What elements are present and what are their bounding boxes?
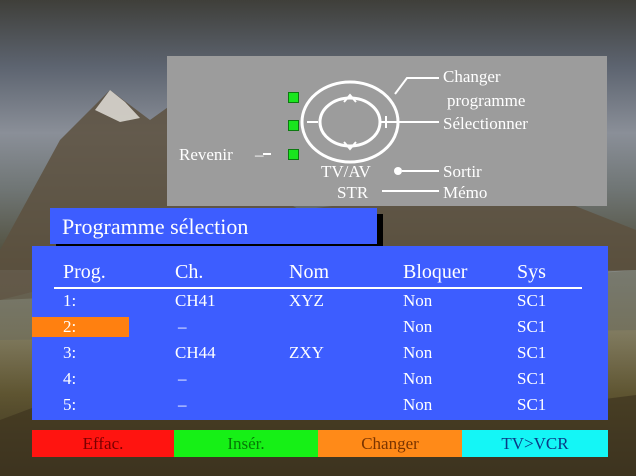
table-row[interactable]: 5: – Non SC1: [32, 394, 608, 420]
led-indicator-icon: [288, 149, 299, 160]
row-ch: –: [178, 369, 187, 388]
row-bloquer: Non: [403, 317, 433, 336]
row-ch: –: [178, 317, 187, 336]
row-sys: SC1: [517, 291, 547, 310]
column-header-sys: Sys: [517, 261, 546, 283]
revenir-dash: –: [255, 145, 264, 164]
revenir-label: Revenir: [179, 145, 233, 164]
table-row-selected[interactable]: 2: – Non SC1: [32, 316, 608, 342]
effac-button[interactable]: Effac.: [32, 430, 174, 457]
row-prog: 4:: [63, 369, 77, 388]
row-nom: XYZ: [289, 291, 324, 310]
row-prog: 1:: [63, 291, 77, 310]
menu-title-tab: Programme sélection: [50, 208, 377, 244]
remote-diagram: [263, 77, 439, 192]
row-sys: SC1: [517, 343, 547, 362]
table-row[interactable]: 1: CH41 XYZ Non SC1: [32, 290, 608, 316]
row-ch: CH44: [175, 343, 216, 362]
column-header-prog: Prog.: [63, 261, 106, 283]
sortir-label: Sortir: [443, 162, 482, 181]
selectionner-label: Sélectionner: [443, 114, 528, 133]
tv-av-label: TV/AV: [321, 162, 371, 181]
row-prog: 2:: [63, 317, 77, 336]
row-sys: SC1: [517, 317, 547, 336]
tv-vcr-button[interactable]: TV>VCR: [462, 430, 608, 457]
row-nom: ZXY: [289, 343, 324, 362]
row-bloquer: Non: [403, 291, 433, 310]
programme-list-panel: Prog. Ch. Nom Bloquer Sys 1: CH41 XYZ No…: [32, 246, 608, 420]
memo-label: Mémo: [443, 183, 488, 202]
changer-button[interactable]: Changer: [318, 430, 462, 457]
column-header-nom: Nom: [289, 261, 329, 283]
column-header-bloquer: Bloquer: [403, 261, 468, 283]
row-ch: –: [178, 395, 187, 414]
remote-help-panel: Changer programme Sélectionner Revenir –…: [167, 56, 607, 206]
row-prog: 5:: [63, 395, 77, 414]
page-title: Programme sélection: [62, 214, 249, 239]
column-header-ch: Ch.: [175, 261, 204, 283]
row-bloquer: Non: [403, 343, 433, 362]
row-ch: CH41: [175, 291, 216, 310]
table-row[interactable]: 3: CH44 ZXY Non SC1: [32, 342, 608, 368]
header-divider: [54, 287, 582, 289]
row-bloquer: Non: [403, 395, 433, 414]
table-row[interactable]: 4: – Non SC1: [32, 368, 608, 394]
led-indicator-icon: [288, 120, 299, 131]
row-sys: SC1: [517, 395, 547, 414]
row-bloquer: Non: [403, 369, 433, 388]
row-prog: 3:: [63, 343, 77, 362]
row-sys: SC1: [517, 369, 547, 388]
led-indicator-icon: [288, 92, 299, 103]
changer-programme-label-line2: programme: [447, 91, 526, 110]
str-label: STR: [337, 183, 369, 202]
changer-programme-label-line1: Changer: [443, 67, 501, 86]
inser-button[interactable]: Insér.: [174, 430, 318, 457]
selection-highlight: [32, 317, 129, 337]
